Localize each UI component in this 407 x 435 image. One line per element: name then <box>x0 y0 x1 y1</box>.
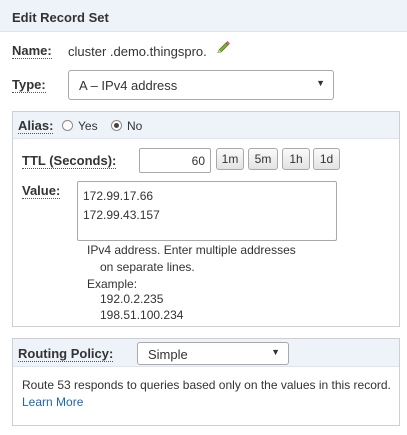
value-textarea[interactable]: 172.99.17.66 172.99.43.157 <box>77 181 337 241</box>
alias-label: Alias: <box>18 118 54 134</box>
value-help-text: IPv4 address. Enter multiple addresses <box>87 243 296 257</box>
ttl-1m-button[interactable]: 1m <box>216 148 244 170</box>
routing-policy-description: Route 53 responds to queries based only … <box>22 378 391 392</box>
caret-down-icon: ▼ <box>271 347 280 357</box>
value-line: 172.99.17.66 <box>83 189 154 203</box>
value-label: Value: <box>22 183 61 199</box>
example-item: 198.51.100.234 <box>100 308 184 322</box>
alias-no-label[interactable]: No <box>127 119 142 133</box>
ttl-1h-button[interactable]: 1h <box>282 148 310 170</box>
example-item: 192.0.2.235 <box>100 292 164 306</box>
caret-down-icon: ▼ <box>316 78 325 88</box>
ttl-input-value: 60 <box>191 154 205 168</box>
type-select[interactable]: A – IPv4 address ▼ <box>68 70 334 100</box>
routing-policy-label: Routing Policy: <box>18 346 114 362</box>
pencil-icon[interactable] <box>216 39 230 54</box>
ttl-1d-button[interactable]: 1d <box>313 148 340 170</box>
name-label: Name: <box>12 43 52 59</box>
value-line: 172.99.43.157 <box>83 208 160 222</box>
routing-policy-value: Simple <box>148 347 188 362</box>
learn-more-link[interactable]: Learn More <box>22 394 83 411</box>
alias-yes-radio[interactable] <box>62 120 73 131</box>
routing-policy-select[interactable]: Simple ▼ <box>137 342 289 365</box>
alias-no-radio[interactable] <box>111 120 122 131</box>
name-value: cluster .demo.thingspro. <box>68 44 207 59</box>
type-select-value: A – IPv4 address <box>79 78 178 93</box>
ttl-label: TTL (Seconds): <box>22 153 117 169</box>
ttl-5m-button[interactable]: 5m <box>248 148 278 170</box>
type-label: Type: <box>12 77 46 93</box>
ttl-input[interactable]: 60 <box>139 148 211 173</box>
value-help-text-continued: on separate lines. <box>100 260 195 274</box>
dialog-title: Edit Record Set <box>12 10 109 25</box>
alias-yes-label[interactable]: Yes <box>78 119 98 133</box>
